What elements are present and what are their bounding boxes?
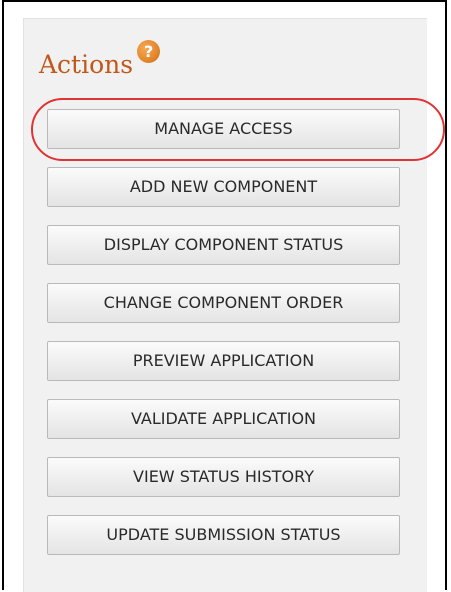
help-icon[interactable]: ? — [137, 40, 161, 63]
update-submission-status-button[interactable]: UPDATE SUBMISSION STATUS — [47, 515, 400, 555]
add-new-component-button[interactable]: ADD NEW COMPONENT — [47, 167, 400, 207]
validate-application-button[interactable]: VALIDATE APPLICATION — [47, 399, 400, 439]
change-component-order-button[interactable]: CHANGE COMPONENT ORDER — [47, 283, 400, 323]
actions-list: MANAGE ACCESS ADD NEW COMPONENT DISPLAY … — [47, 109, 400, 573]
actions-heading: Actions — [39, 50, 134, 79]
actions-header: Actions ? — [39, 40, 161, 80]
manage-access-button[interactable]: MANAGE ACCESS — [47, 109, 400, 149]
view-status-history-button[interactable]: VIEW STATUS HISTORY — [47, 457, 400, 497]
preview-application-button[interactable]: PREVIEW APPLICATION — [47, 341, 400, 381]
display-component-status-button[interactable]: DISPLAY COMPONENT STATUS — [47, 225, 400, 265]
